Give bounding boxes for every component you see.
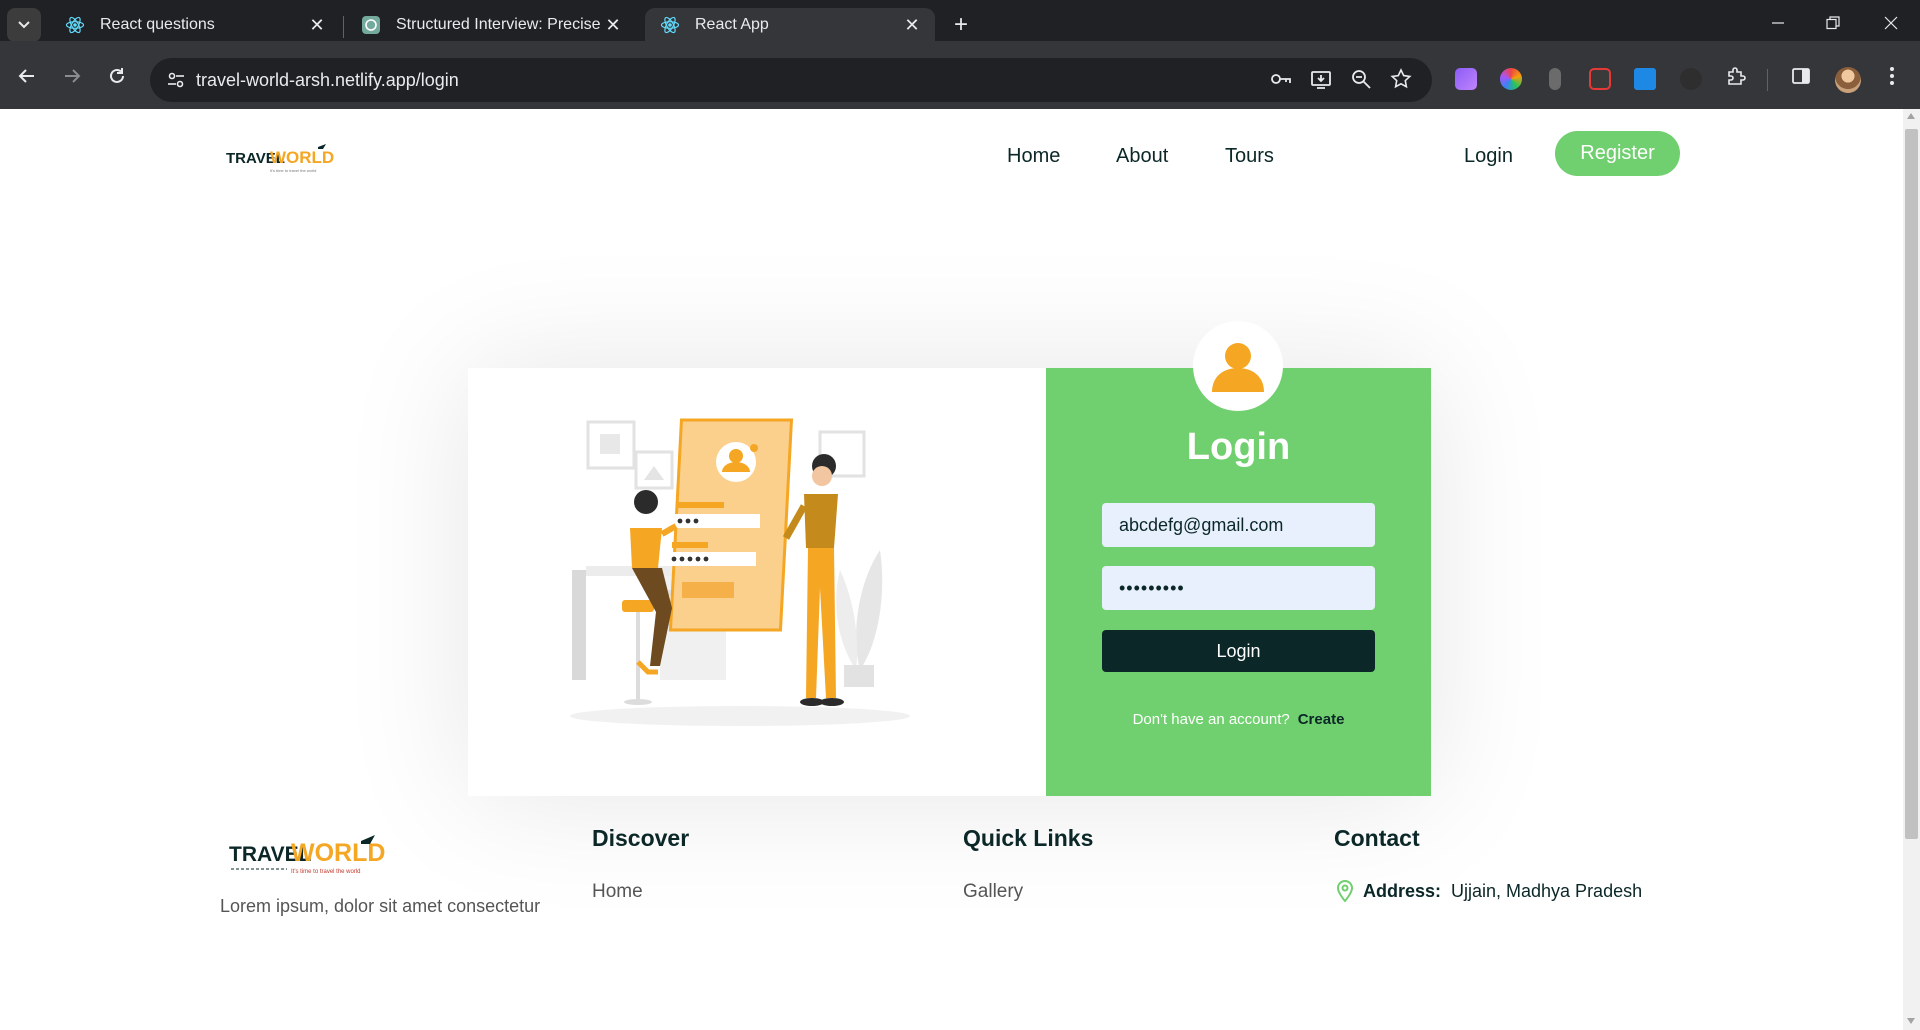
close-icon[interactable]: ✕: [901, 14, 923, 36]
profile-avatar[interactable]: [1835, 67, 1861, 93]
header-login-link[interactable]: Login: [1464, 145, 1513, 168]
close-icon: [1884, 16, 1898, 30]
logo-tagline: It's time to travel the world: [291, 869, 361, 875]
page-viewport: TRAVEL WORLD It's time to travel the wor…: [0, 109, 1903, 1030]
new-tab-button[interactable]: +: [947, 12, 975, 40]
close-window-button[interactable]: [1877, 10, 1905, 38]
contact-address-label: Address:: [1363, 881, 1442, 901]
bookmark-star-icon[interactable]: [1388, 68, 1414, 94]
login-illustration-panel: [468, 368, 1046, 796]
login-submit-button[interactable]: Login: [1102, 630, 1375, 672]
toolbar-divider: [1767, 69, 1768, 91]
zoom-icon[interactable]: [1348, 68, 1374, 94]
page-scrollbar[interactable]: [1903, 109, 1920, 1030]
chevron-down-icon: [18, 21, 30, 29]
reload-button[interactable]: [100, 61, 134, 95]
back-button[interactable]: [10, 61, 44, 95]
restore-icon: [1826, 16, 1840, 30]
footer-quick-links-heading: Quick Links: [963, 825, 1094, 851]
extension-icon[interactable]: [1455, 68, 1477, 90]
forward-button[interactable]: [55, 61, 89, 95]
close-icon[interactable]: ✕: [602, 14, 624, 36]
footer-contact-heading: Contact: [1334, 825, 1420, 851]
minimize-button[interactable]: [1764, 10, 1792, 38]
tab-title: React questions: [100, 15, 215, 33]
email-field[interactable]: [1102, 503, 1375, 547]
arrow-right-icon: [65, 69, 81, 83]
footer-discover-heading: Discover: [592, 825, 690, 851]
color-picker-extension-icon[interactable]: [1500, 68, 1522, 90]
restore-button[interactable]: [1819, 10, 1847, 38]
logo-word-world: WORLD: [270, 148, 334, 167]
login-illustration: [570, 418, 910, 726]
login-card: Login Login Don't have an account? Create: [468, 321, 1431, 796]
tab-title: React App: [695, 15, 769, 33]
close-icon[interactable]: ✕: [306, 14, 328, 36]
tab-title: Structured Interview: Precise Re: [396, 15, 602, 33]
footer-link-gallery[interactable]: Gallery: [963, 881, 1023, 903]
react-icon: [64, 14, 86, 36]
browser-toolbar: travel-world-arsh.netlify.app/login: [0, 41, 1920, 109]
login-title: Login: [1186, 426, 1291, 468]
password-field[interactable]: [1102, 566, 1375, 610]
side-panel-icon[interactable]: [1787, 65, 1815, 93]
nav-tours[interactable]: Tours: [1225, 145, 1274, 168]
nav-home[interactable]: Home: [1007, 145, 1060, 168]
extension-icon[interactable]: [1589, 68, 1611, 90]
tab-separator: [343, 16, 344, 38]
install-app-icon[interactable]: [1308, 68, 1334, 94]
contact-address-value: Ujjain, Madhya Pradesh: [1451, 881, 1643, 901]
extension-icon[interactable]: [1549, 68, 1561, 90]
reload-icon: [110, 68, 124, 83]
tab-search-button[interactable]: [7, 8, 41, 42]
location-pin-icon: [1336, 879, 1354, 903]
dark-mode-extension-icon[interactable]: [1680, 68, 1702, 90]
site-logo[interactable]: TRAVEL WORLD It's time to travel the wor…: [226, 141, 336, 177]
react-icon: [659, 14, 681, 36]
signup-prompt: Don't have an account? Create: [1046, 711, 1431, 728]
site-info-icon[interactable]: [164, 68, 188, 92]
logo-tagline: It's time to travel the world: [270, 168, 316, 173]
signup-prompt-text: Don't have an account?: [1132, 711, 1290, 728]
url-text[interactable]: travel-world-arsh.netlify.app/login: [196, 70, 459, 91]
login-form-panel: Login Login Don't have an account? Create: [1046, 321, 1431, 796]
footer-link-home[interactable]: Home: [592, 881, 643, 903]
browser-tab-bar: React questions ✕ Structured Interview: …: [0, 0, 1920, 49]
user-avatar: [1193, 321, 1283, 411]
minimize-icon: [1772, 22, 1784, 24]
screenshot-extension-icon[interactable]: [1634, 68, 1656, 90]
scroll-up-arrow[interactable]: [1907, 113, 1915, 119]
password-key-icon[interactable]: [1268, 68, 1294, 94]
address-bar[interactable]: travel-world-arsh.netlify.app/login: [150, 58, 1432, 102]
extensions-puzzle-icon[interactable]: [1722, 65, 1750, 93]
scrollbar-thumb[interactable]: [1905, 129, 1918, 839]
register-button[interactable]: Register: [1555, 131, 1680, 176]
chatgpt-icon: [360, 14, 382, 36]
nav-about[interactable]: About: [1116, 145, 1168, 168]
scroll-down-arrow[interactable]: [1907, 1018, 1915, 1024]
footer-logo[interactable]: TRAVEL WORLD It's time to travel the wor…: [229, 829, 389, 881]
logo-word-world: WORLD: [291, 839, 385, 867]
create-account-link[interactable]: Create: [1298, 711, 1345, 728]
arrow-left-icon: [18, 69, 34, 83]
user-icon: [1212, 343, 1264, 392]
more-menu-icon[interactable]: [1882, 65, 1902, 93]
footer-description: Lorem ipsum, dolor sit amet consectetur: [220, 896, 541, 916]
